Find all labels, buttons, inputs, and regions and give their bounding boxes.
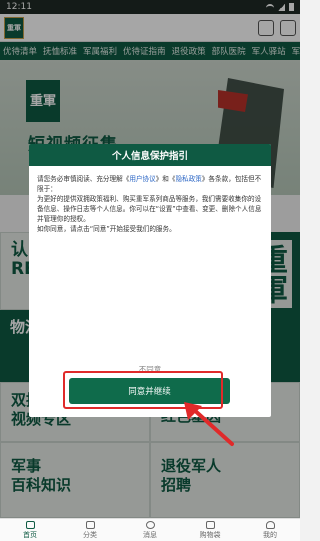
dialog-body: 请您务必审慎阅读、充分理解《用户协议》和《隐私政策》各条款，包括但不限于： 为更… bbox=[29, 166, 271, 242]
bottom-nav: 首页 分类 消息 购物袋 我的 bbox=[0, 518, 300, 541]
user-agreement-link[interactable]: 用户协议 bbox=[129, 175, 155, 183]
dialog-paragraph-3: 如你同意，请点击“同意”开始接受我们的服务。 bbox=[37, 225, 176, 233]
nav-bag[interactable]: 购物袋 bbox=[180, 519, 240, 541]
nav-category[interactable]: 分类 bbox=[60, 519, 120, 541]
nav-home[interactable]: 首页 bbox=[0, 519, 60, 541]
red-arrow-icon bbox=[184, 402, 234, 446]
message-icon bbox=[145, 520, 155, 529]
dialog-paragraph-2: 为更好的提供双拥政策福利、购买重军系列商品等服务，我们需要收集你的设备信息、操作… bbox=[37, 195, 262, 223]
dialog-title: 个人信息保护指引 bbox=[29, 144, 271, 166]
dialog-paragraph-1: 请您务必审慎阅读、充分理解《用户协议》和《隐私政策》各条款，包括但不限于： bbox=[37, 175, 262, 193]
nav-message[interactable]: 消息 bbox=[120, 519, 180, 541]
privacy-policy-link[interactable]: 隐私政策 bbox=[175, 175, 201, 183]
user-icon bbox=[265, 520, 275, 529]
grid-icon bbox=[85, 520, 95, 529]
nav-profile[interactable]: 我的 bbox=[240, 519, 300, 541]
bag-icon bbox=[205, 520, 215, 529]
home-icon bbox=[25, 520, 35, 529]
